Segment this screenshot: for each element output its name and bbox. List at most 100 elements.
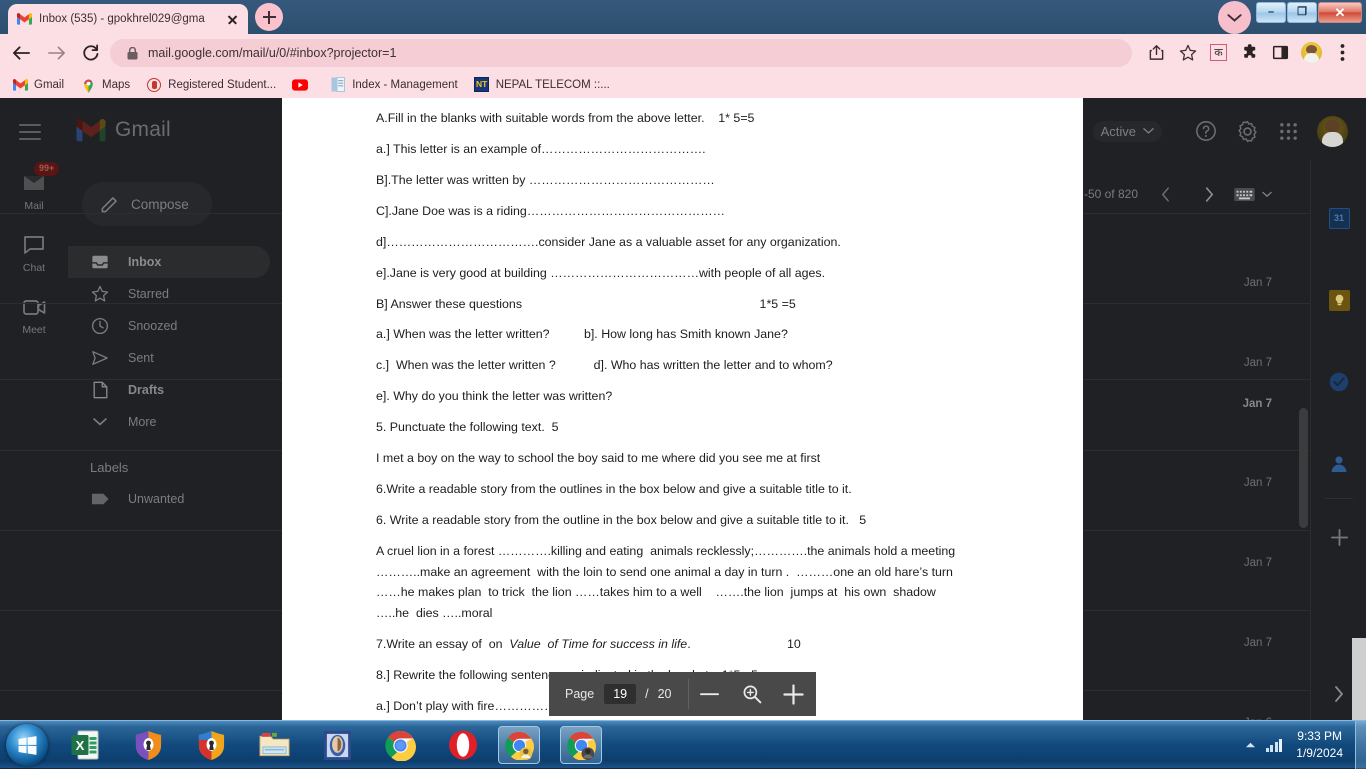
start-button[interactable] (6, 724, 48, 766)
essay-prefix: 7.Write an essay of on (376, 637, 509, 651)
new-tab-button[interactable] (255, 3, 283, 31)
taskbar-window-chrome-2[interactable] (560, 726, 602, 764)
zoom-in-button[interactable] (773, 672, 815, 716)
bookmark-index-management[interactable]: Index - Management (330, 77, 457, 93)
browser-tab[interactable]: Inbox (535) - gpokhrel029@gma (8, 4, 248, 34)
next-page-button[interactable] (1196, 181, 1222, 207)
sidebar-item-unwanted[interactable]: Unwanted (68, 483, 270, 515)
translate-icon[interactable]: क (1205, 39, 1232, 66)
chevron-down-icon (90, 412, 110, 432)
extensions-icon[interactable] (1236, 39, 1263, 66)
add-addon-icon[interactable] (1311, 509, 1366, 565)
bookmark-gmail[interactable]: Gmail (12, 77, 64, 93)
rail-label: Meet (22, 324, 45, 336)
sidebar-item-more[interactable]: More (68, 406, 270, 438)
keyboard-icon (1234, 188, 1255, 201)
send-icon (90, 348, 110, 368)
taskbar-app-folder[interactable] (253, 726, 295, 764)
back-button[interactable] (7, 39, 35, 67)
window-caption-buttons: – ❐ ✕ (1255, 2, 1362, 24)
chevron-left-icon (1161, 187, 1170, 202)
system-tray: 9:33 PM 1/9/2024 (1245, 721, 1366, 769)
status-badge[interactable]: Active (1093, 121, 1162, 142)
settings-gear-icon[interactable] (1230, 114, 1264, 148)
taskbar-app-avast-shield[interactable] (127, 726, 169, 764)
zoom-out-button[interactable] (689, 672, 731, 716)
main-menu-icon[interactable] (19, 119, 49, 139)
previous-page-button[interactable] (1152, 181, 1178, 207)
sidebar-item-sent[interactable]: Sent (68, 342, 270, 374)
show-hidden-icons-button[interactable] (1245, 736, 1256, 754)
reload-button[interactable] (77, 39, 105, 67)
label-tag-icon (90, 489, 110, 509)
minus-icon (700, 692, 719, 696)
windows-taskbar: X (0, 720, 1366, 768)
chat-icon (21, 232, 47, 258)
close-window-button[interactable]: ✕ (1318, 2, 1362, 23)
pdf-text-content: A.Fill in the blanks with suitable words… (376, 110, 996, 760)
sidebar-label: More (128, 415, 156, 429)
gmail-logo: Gmail (76, 118, 171, 142)
taskbar-app-opera[interactable] (442, 726, 484, 764)
gmail-icon (12, 77, 28, 93)
taskbar-window-chrome-1[interactable] (498, 726, 540, 764)
clock-time: 9:33 PM (1296, 728, 1343, 745)
account-avatar[interactable] (1317, 116, 1348, 147)
close-icon[interactable] (224, 11, 240, 27)
message-list-scrollbar[interactable] (1299, 408, 1308, 528)
bookmark-label: NEPAL TELECOM ::... (496, 79, 610, 91)
taskbar-app-photo-viewer[interactable] (316, 726, 358, 764)
pdf-story-line: ………..make an agreement with the loin to … (376, 564, 996, 581)
pdf-line: 5. Punctuate the following text. 5 (376, 419, 996, 436)
chevron-right-icon (1205, 187, 1214, 202)
clock[interactable]: 9:33 PM 1/9/2024 (1296, 728, 1343, 763)
pdf-line: c.] When was the letter written ? d]. Wh… (376, 357, 996, 374)
pdf-viewer-scrollbar[interactable] (1352, 638, 1366, 720)
calendar-icon[interactable]: 31 (1311, 190, 1366, 246)
bookmark-star-icon[interactable] (1174, 39, 1201, 66)
forward-button[interactable] (42, 39, 70, 67)
taskbar-app-chrome[interactable] (379, 726, 421, 764)
share-icon[interactable] (1143, 39, 1170, 66)
compose-button[interactable]: Compose (82, 182, 212, 226)
chrome-profile-chevron-button[interactable] (1218, 1, 1251, 34)
sidebar-label: Unwanted (128, 492, 184, 506)
contacts-icon[interactable] (1311, 436, 1366, 492)
bookmark-nepal-telecom[interactable]: NT NEPAL TELECOM ::... (474, 77, 610, 93)
taskbar-app-excel[interactable]: X (64, 726, 106, 764)
sidebar-item-snoozed[interactable]: Snoozed (68, 310, 270, 342)
keep-icon[interactable] (1311, 272, 1366, 328)
address-bar[interactable]: mail.google.com/mail/u/0/#inbox?projecto… (110, 39, 1132, 67)
minimize-button[interactable]: – (1256, 2, 1286, 23)
pdf-line: 6. Write a readable story from the outli… (376, 512, 996, 529)
page-number-input[interactable]: 19 (604, 684, 636, 704)
maps-pin-icon (80, 77, 96, 93)
plus-icon (783, 684, 804, 705)
apps-grid-icon[interactable] (1271, 114, 1305, 148)
zoom-reset-button[interactable] (731, 672, 773, 716)
sidebar-item-starred[interactable]: Starred (68, 278, 270, 310)
sidebar-item-inbox[interactable]: Inbox (68, 246, 270, 278)
input-tools-button[interactable] (1234, 188, 1272, 201)
pdf-line: a.] This letter is an example of……………………… (376, 141, 996, 158)
sidepanel-icon[interactable] (1267, 39, 1294, 66)
page-label: Page (565, 687, 594, 701)
pdf-line: B] Answer these questions 1*5 =5 (376, 296, 996, 313)
maximize-button[interactable]: ❐ (1287, 2, 1317, 23)
sidebar-label: Snoozed (128, 319, 177, 333)
chrome-menu-icon[interactable] (1329, 39, 1356, 66)
taskbar-app-avast-secure-browser[interactable] (190, 726, 232, 764)
help-icon[interactable] (1189, 114, 1223, 148)
bookmark-youtube[interactable] (292, 77, 314, 93)
profile-avatar-icon[interactable] (1298, 39, 1325, 66)
network-signal-icon[interactable] (1266, 739, 1283, 752)
bookmark-registered-student[interactable]: Registered Student... (146, 77, 276, 93)
row-date: Jan 7 (1243, 398, 1272, 410)
show-desktop-button[interactable] (1355, 721, 1366, 769)
bookmark-maps[interactable]: Maps (80, 77, 130, 93)
essay-title: Value of Time for success in life (509, 637, 687, 651)
tasks-icon[interactable] (1311, 354, 1366, 410)
rail-item-meet[interactable]: Meet (0, 284, 68, 346)
pdf-line: d]……………………………….consider Jane as a valuab… (376, 234, 996, 251)
rail-item-chat[interactable]: Chat (0, 222, 68, 284)
